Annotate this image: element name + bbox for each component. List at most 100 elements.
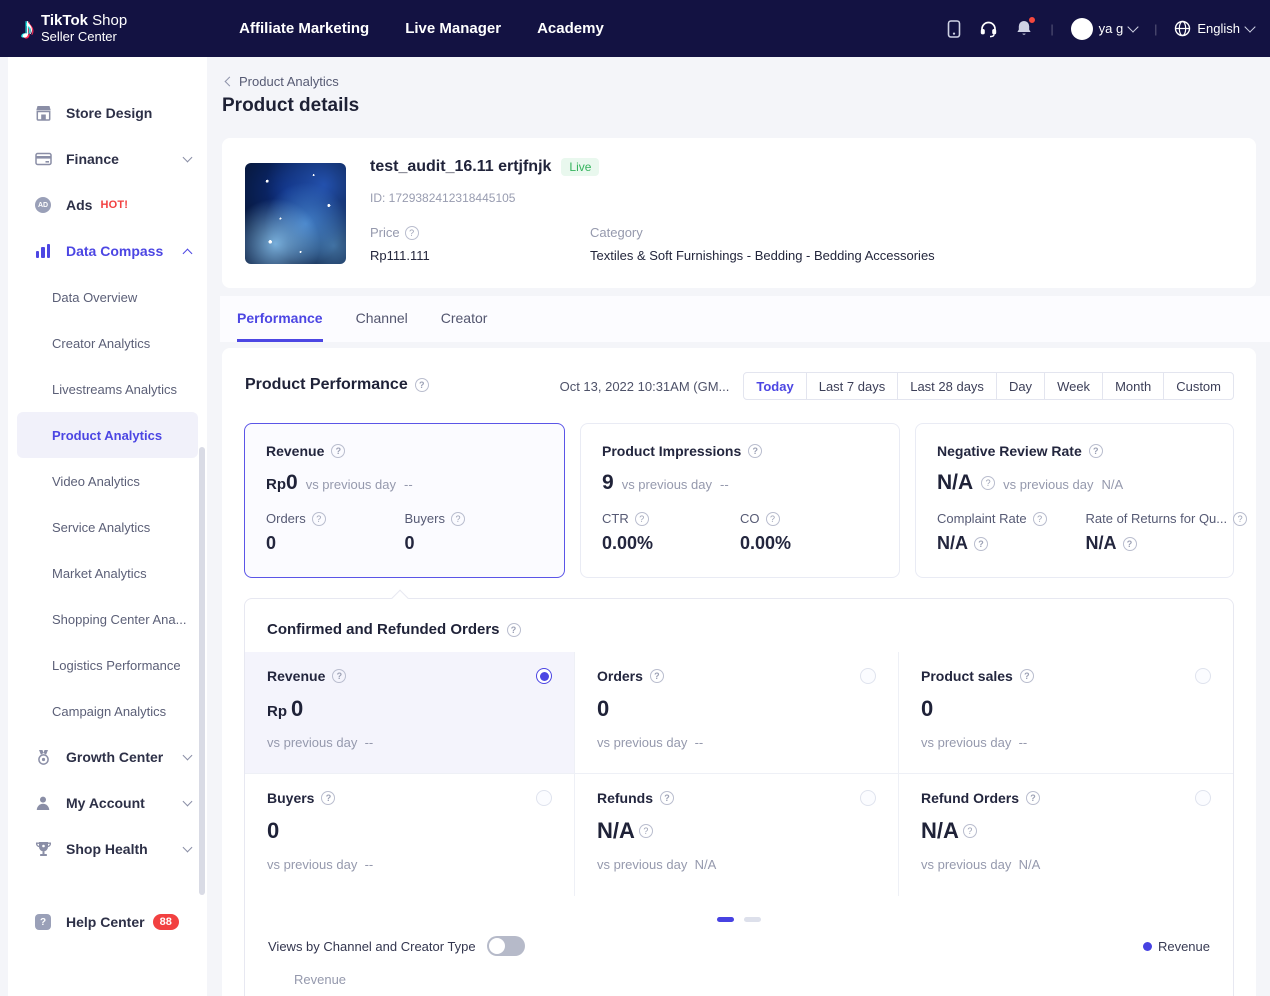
refunds-radio[interactable] [860, 790, 876, 806]
product-info-card: test_audit_16.11 ertjfnjk Live ID: 17293… [222, 138, 1256, 288]
help-icon[interactable]: ? [451, 512, 465, 526]
sidebar-item-help-center[interactable]: ? Help Center 88 [8, 899, 207, 945]
tiktok-note-icon: ♪ [20, 14, 35, 44]
user-avatar [1071, 18, 1093, 40]
help-icon[interactable]: ? [1089, 444, 1103, 458]
sidebar-item-growth-center[interactable]: Growth Center [8, 734, 207, 780]
help-icon[interactable]: ? [1026, 791, 1040, 805]
help-icon[interactable]: ? [650, 669, 664, 683]
cell-orders[interactable]: Orders? 0 vs previous day -- [575, 652, 899, 774]
help-icon[interactable]: ? [635, 512, 649, 526]
product-sales-radio[interactable] [1195, 668, 1211, 684]
help-icon[interactable]: ? [415, 378, 429, 392]
buyers-radio[interactable] [536, 790, 552, 806]
help-icon[interactable]: ? [974, 537, 988, 551]
help-icon[interactable]: ? [332, 669, 346, 683]
globe-icon [1174, 20, 1191, 37]
help-icon[interactable]: ? [660, 791, 674, 805]
range-week-button[interactable]: Week [1044, 372, 1103, 400]
range-today-button[interactable]: Today [743, 372, 806, 400]
support-headset-icon[interactable] [979, 19, 999, 39]
sidebar-item-ads[interactable]: AD Ads HOT! [8, 182, 207, 228]
trophy-icon [34, 840, 52, 858]
help-icon[interactable]: ? [312, 512, 326, 526]
help-icon[interactable]: ? [963, 824, 977, 838]
help-icon[interactable]: ? [639, 824, 653, 838]
help-icon[interactable]: ? [1020, 669, 1034, 683]
metric-card-product-impressions[interactable]: Product Impressions? 9 vs previous day -… [580, 423, 900, 578]
page-dot-1[interactable] [717, 917, 734, 922]
help-icon[interactable]: ? [981, 476, 995, 490]
sidebar-item-video-analytics[interactable]: Video Analytics [8, 458, 207, 504]
back-icon [225, 77, 235, 87]
help-icon[interactable]: ? [405, 226, 419, 240]
language-selector[interactable]: English [1174, 20, 1254, 37]
refund-orders-radio[interactable] [1195, 790, 1211, 806]
help-icon[interactable]: ? [507, 623, 521, 637]
tab-creator[interactable]: Creator [441, 310, 488, 342]
cell-product-sales[interactable]: Product sales? 0 vs previous day -- [899, 652, 1233, 774]
sidebar-item-store-design[interactable]: Store Design [8, 90, 207, 136]
pagination-dots [245, 917, 1233, 922]
sidebar-item-creator-analytics[interactable]: Creator Analytics [8, 320, 207, 366]
price-value: Rp111.111 [370, 248, 430, 263]
cell-buyers[interactable]: Buyers? 0 vs previous day -- [245, 774, 575, 896]
range-last7-button[interactable]: Last 7 days [806, 372, 899, 400]
chart-legend: Revenue [1143, 939, 1210, 954]
chevron-down-icon [183, 796, 193, 806]
sidebar-item-shop-health[interactable]: Shop Health [8, 826, 207, 872]
help-icon[interactable]: ? [1233, 512, 1247, 526]
help-icon[interactable]: ? [321, 791, 335, 805]
legend-dot-icon [1143, 942, 1152, 951]
chevron-down-icon [1128, 21, 1139, 32]
medal-icon [34, 748, 52, 766]
help-icon[interactable]: ? [766, 512, 780, 526]
tab-performance[interactable]: Performance [237, 310, 323, 342]
range-last28-button[interactable]: Last 28 days [897, 372, 997, 400]
tab-channel[interactable]: Channel [356, 310, 408, 342]
sidebar-item-service-analytics[interactable]: Service Analytics [8, 504, 207, 550]
nav-link-affiliate-marketing[interactable]: Affiliate Marketing [239, 20, 369, 37]
brand-logo[interactable]: ♪ TikTok Shop Seller Center [20, 12, 127, 44]
cell-refunds[interactable]: Refunds? N/A? vs previous day N/A [575, 774, 899, 896]
nav-link-academy[interactable]: Academy [537, 20, 604, 37]
range-month-button[interactable]: Month [1102, 372, 1164, 400]
user-menu[interactable]: ya g [1071, 18, 1138, 40]
finance-icon [34, 150, 52, 168]
breadcrumb[interactable]: Product Analytics [226, 74, 339, 89]
help-icon[interactable]: ? [331, 444, 345, 458]
metric-card-negative-review-rate[interactable]: Negative Review Rate? N/A ? vs previous … [915, 423, 1234, 578]
sidebar-item-data-compass[interactable]: Data Compass [8, 228, 207, 274]
sidebar-item-logistics-performance[interactable]: Logistics Performance [8, 642, 207, 688]
sidebar-item-product-analytics[interactable]: Product Analytics [17, 412, 198, 458]
sidebar-item-finance[interactable]: Finance [8, 136, 207, 182]
sidebar-item-shopping-center-analytics[interactable]: Shopping Center Ana... [8, 596, 207, 642]
notifications-bell-icon[interactable] [1014, 19, 1034, 39]
category-label: Category [590, 225, 643, 240]
mobile-app-icon[interactable] [944, 19, 964, 39]
product-image [245, 163, 346, 264]
range-day-button[interactable]: Day [996, 372, 1045, 400]
sidebar-item-my-account[interactable]: My Account [8, 780, 207, 826]
nav-links: Affiliate Marketing Live Manager Academy [239, 20, 604, 37]
sidebar-item-campaign-analytics[interactable]: Campaign Analytics [8, 688, 207, 734]
brand-name-bold: TikTok [41, 12, 88, 29]
views-by-channel-toggle[interactable] [487, 936, 525, 956]
cell-revenue[interactable]: Revenue? Rp0 vs previous day -- [245, 652, 575, 774]
cell-refund-orders[interactable]: Refund Orders? N/A? vs previous day N/A [899, 774, 1233, 896]
revenue-radio[interactable] [536, 668, 552, 684]
help-icon[interactable]: ? [748, 444, 762, 458]
sidebar-scrollbar[interactable] [199, 447, 205, 895]
sidebar-item-market-analytics[interactable]: Market Analytics [8, 550, 207, 596]
product-name: test_audit_16.11 ertjfnjk [370, 158, 551, 176]
page-dot-2[interactable] [744, 917, 761, 922]
sidebar-item-data-overview[interactable]: Data Overview [8, 274, 207, 320]
orders-radio[interactable] [860, 668, 876, 684]
range-custom-button[interactable]: Custom [1163, 372, 1234, 400]
help-icon[interactable]: ? [1033, 512, 1047, 526]
nav-link-live-manager[interactable]: Live Manager [405, 20, 501, 37]
metric-card-revenue[interactable]: Revenue? Rp0 vs previous day -- Orders? … [244, 423, 565, 578]
data-compass-icon [34, 242, 52, 260]
sidebar-item-livestreams-analytics[interactable]: Livestreams Analytics [8, 366, 207, 412]
help-icon[interactable]: ? [1123, 537, 1137, 551]
